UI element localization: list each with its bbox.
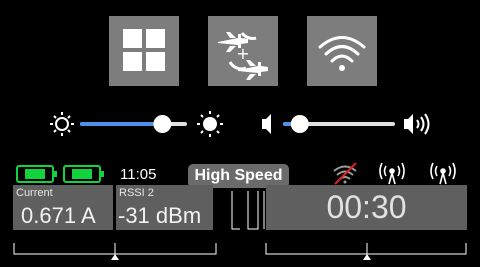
antenna-icon — [379, 162, 405, 185]
flight-timer[interactable]: 00:30 — [266, 185, 467, 230]
rssi-panel[interactable]: RSSI 2 -31 dBm — [116, 185, 213, 230]
battery-icon — [63, 165, 104, 183]
volume-slider-knob[interactable] — [290, 115, 309, 133]
rssi-value: -31 dBm — [118, 203, 202, 228]
panel-divider — [231, 191, 265, 230]
wifi-off-icon — [333, 162, 357, 185]
rssi-caption: RSSI 2 — [119, 187, 154, 199]
current-value: 0.671 A — [21, 203, 96, 228]
current-caption: Current — [16, 187, 53, 199]
current-panel[interactable]: Current 0.671 A — [13, 185, 113, 230]
speaker-high-icon — [404, 113, 430, 135]
brightness-slider[interactable] — [80, 115, 187, 133]
volume-slider[interactable] — [283, 115, 395, 133]
speaker-low-icon — [262, 114, 271, 134]
brightness-slider-knob[interactable] — [153, 115, 172, 133]
antenna-icon — [430, 162, 456, 185]
left-position-marker — [111, 254, 119, 260]
right-bottom-bracket — [265, 243, 467, 255]
clock-time: 11:05 — [120, 166, 157, 183]
sun-filled-icon — [197, 111, 223, 137]
sun-outline-icon — [50, 112, 74, 136]
right-position-marker — [363, 254, 371, 260]
left-bottom-bracket — [13, 243, 217, 255]
battery-icon — [16, 165, 57, 183]
